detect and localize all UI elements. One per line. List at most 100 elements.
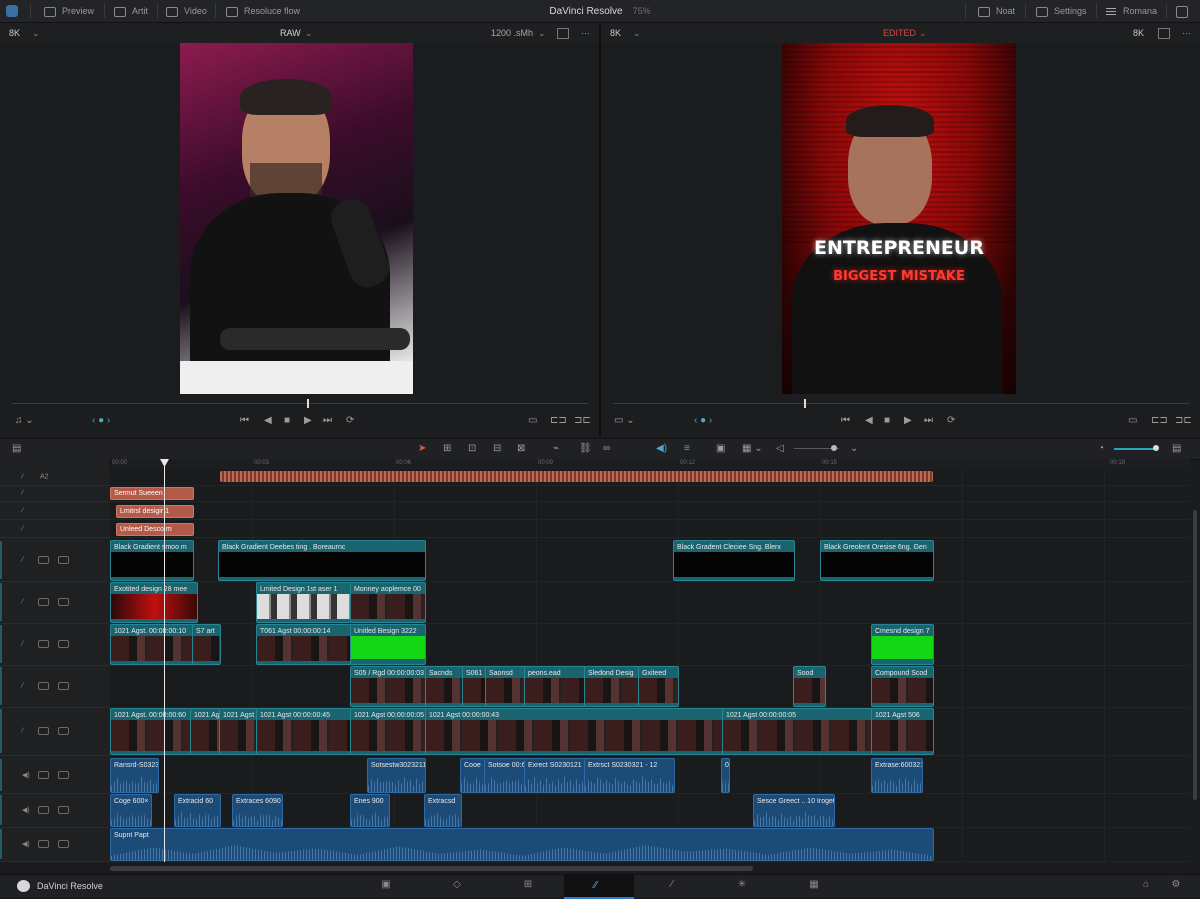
stop-icon[interactable]: ■ bbox=[284, 415, 290, 427]
chevron-down-icon[interactable]: ⌄ bbox=[305, 23, 313, 43]
track-toggle-icon[interactable] bbox=[38, 556, 49, 564]
audio-clip[interactable]: Sotsestw3023211 bbox=[367, 758, 426, 793]
chevron-down-icon[interactable]: ⌄ bbox=[919, 23, 927, 43]
title-clip[interactable]: Sermut Sueeen bbox=[110, 487, 194, 500]
zoom-icon[interactable]: ◔ bbox=[1098, 443, 1104, 455]
blade-icon[interactable]: ⊟ bbox=[493, 443, 501, 455]
flag-icon[interactable]: ▦ ⌄ bbox=[742, 443, 763, 455]
stop-icon[interactable]: ■ bbox=[884, 415, 890, 427]
fullscreen-icon[interactable] bbox=[1176, 0, 1188, 22]
video-clip[interactable]: 1021 Agst. 00:00:00:10 bbox=[110, 624, 194, 665]
video-clip[interactable]: Monney aoplemce 00 bbox=[350, 582, 426, 623]
chevron-down-icon[interactable]: ⌄ bbox=[538, 23, 546, 43]
audio-clip[interactable]: Extracid 60 bbox=[174, 794, 221, 827]
video-clip[interactable]: T061 Agst 00:00:00:14 bbox=[256, 624, 352, 665]
timeline-tracks[interactable]: Sermut Sueeen Lmitrsl desigir 1 Unleed Des… bbox=[110, 469, 1190, 862]
source-bitrate[interactable]: 1200 .sMh bbox=[491, 23, 533, 43]
trim-tool-icon[interactable]: ⊞ bbox=[443, 443, 451, 455]
marker-icon[interactable]: ▣ bbox=[716, 443, 725, 455]
track-header[interactable]: ◀) bbox=[0, 827, 110, 862]
program-resolution-right[interactable]: 8K bbox=[1133, 23, 1144, 43]
audio-clip[interactable]: Sesce Greect .. 10 Iroget bbox=[753, 794, 835, 827]
audio-clip[interactable]: Extraces 6090 bbox=[232, 794, 283, 827]
track-visibility-icon[interactable] bbox=[58, 840, 69, 848]
loop-icon[interactable]: ⟳ bbox=[947, 415, 955, 427]
audio-clip[interactable]: Exrect S0230121 bbox=[524, 758, 586, 793]
audio-clip[interactable]: Extracsd bbox=[424, 794, 462, 827]
skip-forward-icon[interactable]: ⏭ bbox=[323, 415, 332, 427]
media-page-icon[interactable]: ▣ bbox=[380, 880, 392, 890]
skip-forward-icon[interactable]: ⏭ bbox=[924, 415, 933, 427]
lock-icon[interactable]: ⁄ bbox=[22, 599, 23, 606]
lock-icon[interactable]: ⁄ bbox=[22, 474, 23, 481]
track-toggle-icon[interactable] bbox=[38, 682, 49, 690]
settings-icon[interactable]: ⚙ bbox=[1170, 880, 1182, 890]
track-header[interactable]: ⁄ bbox=[0, 521, 110, 538]
video-clip[interactable]: 1021 Agst 00:00:00:05 bbox=[722, 708, 873, 755]
track-toggle-icon[interactable] bbox=[38, 640, 49, 648]
video-clip[interactable]: Lmited Design 1st aser 1 bbox=[256, 582, 352, 623]
linked-selection-icon[interactable]: ∞ bbox=[603, 443, 610, 455]
mark-in-icon[interactable]: ⊏⊐ bbox=[550, 415, 567, 427]
track-visibility-icon[interactable] bbox=[58, 556, 69, 564]
timeline-options-icon[interactable]: ▤ bbox=[1172, 443, 1181, 455]
track-visibility-icon[interactable] bbox=[58, 727, 69, 735]
audio-clip[interactable]: Coge 600× bbox=[110, 794, 152, 827]
more-icon[interactable]: ··· bbox=[581, 23, 590, 43]
loop-icon[interactable]: ⟳ bbox=[346, 415, 354, 427]
speaker-icon[interactable]: ◀) bbox=[22, 806, 30, 814]
audio-clip[interactable]: Cooe bbox=[460, 758, 486, 793]
audio-clip[interactable]: Ransrd-S0323 bbox=[110, 758, 159, 793]
skip-back-icon[interactable]: ⏮ bbox=[841, 415, 850, 427]
track-header[interactable]: ⁄ bbox=[0, 623, 110, 666]
speaker-icon[interactable]: ◀) bbox=[22, 840, 30, 848]
track-header[interactable]: ⁄ bbox=[0, 707, 110, 756]
audio-waveform-clip[interactable] bbox=[220, 471, 933, 482]
audio-clip[interactable]: Sotsoe 00:63 bbox=[484, 758, 526, 793]
audio-clip[interactable]: Extrsct S0230321 - 12 bbox=[584, 758, 675, 793]
vertical-scrollbar[interactable] bbox=[1193, 510, 1197, 800]
color-page-icon[interactable]: ⁄ bbox=[666, 880, 678, 890]
play-icon[interactable]: ▶ bbox=[904, 415, 912, 427]
lock-icon[interactable]: ⁄ bbox=[22, 683, 23, 690]
program-playhead[interactable] bbox=[804, 399, 806, 408]
program-video-frame[interactable]: ENTREPRENEUR BIGGEST MISTAKE bbox=[782, 43, 1016, 394]
video-clip[interactable]: Sledond Desig bbox=[584, 666, 640, 707]
audio-clip[interactable]: 0 bbox=[721, 758, 730, 793]
track-toggle-icon[interactable] bbox=[38, 771, 49, 779]
snap-icon[interactable]: ⌁ bbox=[553, 443, 559, 455]
video-clip[interactable]: Unitled Besign 3222 bbox=[350, 624, 426, 665]
title-clip[interactable]: Unleed Desco m bbox=[116, 523, 194, 536]
speaker-icon[interactable]: ◀) bbox=[22, 771, 30, 779]
jog-icon[interactable]: ‹ ● › bbox=[694, 415, 712, 427]
deliver-page-icon[interactable]: ▦ bbox=[808, 880, 820, 890]
track-visibility-icon[interactable] bbox=[58, 771, 69, 779]
audio-clip[interactable]: Enes 900 bbox=[350, 794, 390, 827]
video-clip[interactable]: 1021 Agst 506 bbox=[871, 708, 934, 755]
video-clip[interactable]: 1021 Agst bbox=[190, 708, 221, 755]
video-clip[interactable]: Gxiteed bbox=[638, 666, 679, 707]
fusion-page-tab[interactable]: ⁄⁄ bbox=[564, 875, 634, 899]
volume-icon[interactable]: ◁ bbox=[776, 443, 784, 455]
track-toggle-icon[interactable] bbox=[38, 727, 49, 735]
track-toggle-icon[interactable] bbox=[38, 840, 49, 848]
video-clip[interactable]: Black Greolent Oresise 6ng. Gen bbox=[820, 540, 934, 581]
reverse-icon[interactable]: ◀ bbox=[264, 415, 272, 427]
track-toggle-icon[interactable] bbox=[38, 806, 49, 814]
track-visibility-icon[interactable] bbox=[58, 640, 69, 648]
track-header[interactable]: ⁄ bbox=[0, 539, 110, 582]
viewer-options-icon[interactable] bbox=[1158, 28, 1170, 39]
play-icon[interactable]: ▶ bbox=[304, 415, 312, 427]
timeline-playhead[interactable] bbox=[164, 459, 165, 862]
track-header[interactable]: ⁄ A2 bbox=[0, 469, 110, 486]
track-header[interactable]: ⁄ bbox=[0, 665, 110, 708]
video-clip[interactable]: S061 bbox=[462, 666, 487, 707]
track-header[interactable]: ◀) bbox=[0, 757, 110, 794]
video-clip[interactable]: Black Gradient Deebes ting . Boreaurnc bbox=[218, 540, 426, 581]
cut-page-icon[interactable]: ◇ bbox=[451, 880, 463, 890]
audio-icon[interactable]: ♫ ⌄ bbox=[15, 415, 34, 427]
viewer-mode-icon[interactable]: ▭ ⌄ bbox=[614, 415, 635, 427]
track-header[interactable]: ⁄ bbox=[0, 581, 110, 624]
menu-settings[interactable]: Settings bbox=[1036, 0, 1087, 22]
video-clip[interactable]: 1021 Agst 00:00:00:05 bbox=[350, 708, 427, 755]
